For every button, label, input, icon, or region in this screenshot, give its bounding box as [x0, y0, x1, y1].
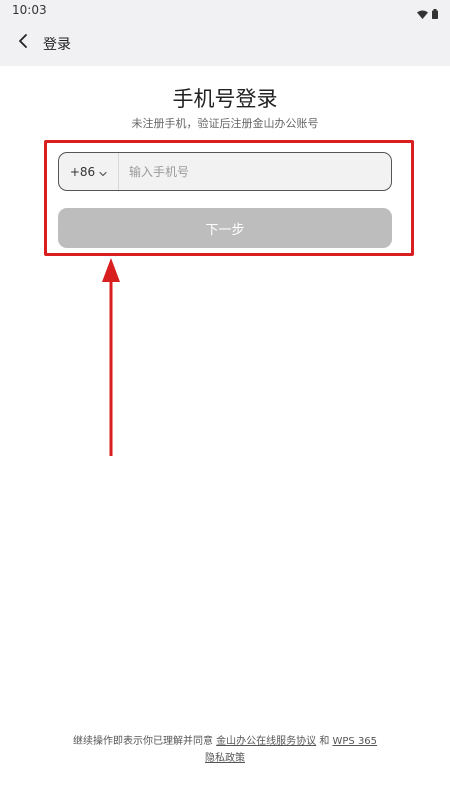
chevron-down-icon	[99, 162, 107, 181]
agreement-conjunction: 和	[316, 736, 333, 747]
app-header: 登录	[0, 20, 450, 66]
next-button[interactable]: 下一步	[58, 208, 392, 248]
country-code-label: +86	[69, 164, 96, 179]
page-title: 手机号登录	[172, 87, 278, 111]
chevron-left-icon	[17, 33, 29, 53]
phone-input[interactable]	[119, 153, 391, 190]
annotation-arrow	[102, 258, 120, 456]
footer-agreement: 继续操作即表示你已理解并同意 金山办公在线服务协议 和 WPS 365隐私政策	[70, 733, 380, 767]
header-title: 登录	[43, 37, 71, 53]
status-bar: 10:03	[0, 0, 450, 20]
country-code-selector[interactable]: +86	[59, 153, 119, 190]
service-agreement-link[interactable]: 金山办公在线服务协议	[216, 736, 316, 747]
phone-field: +86	[58, 152, 392, 191]
page-subtitle: 未注册手机，验证后注册金山办公账号	[131, 117, 319, 130]
login-page: 10:03 登录 手机号登录 未注册手机，验证后注册金山办公账号 +86 输入手…	[0, 0, 450, 800]
status-time: 10:03	[12, 3, 47, 17]
agreement-prefix: 继续操作即表示你已理解并同意	[72, 736, 217, 747]
back-button[interactable]	[10, 30, 36, 56]
